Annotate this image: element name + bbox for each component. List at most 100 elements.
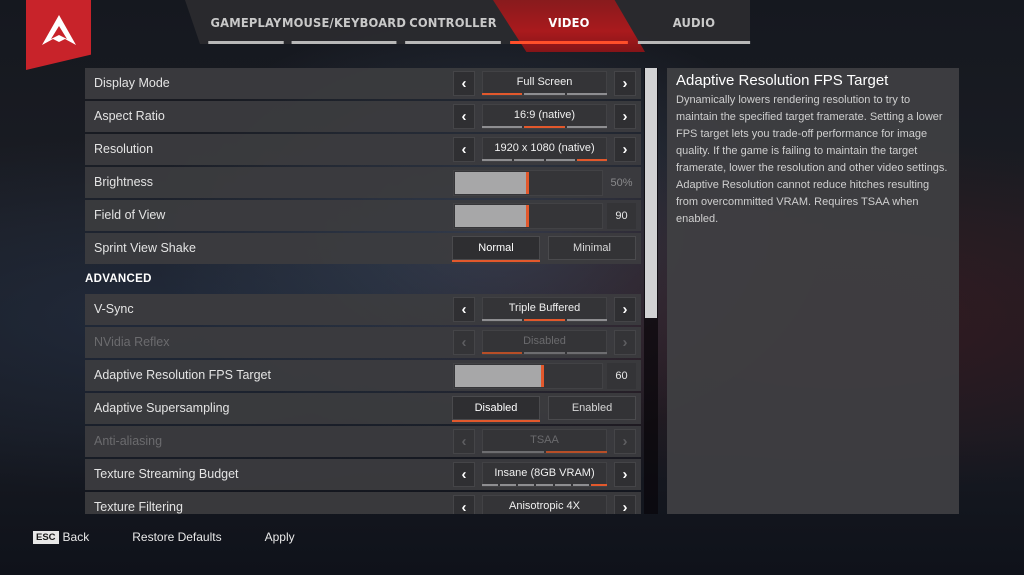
chevron-right-icon[interactable]: › bbox=[614, 137, 636, 162]
setting-label: Anti-aliasing bbox=[94, 434, 163, 448]
option-pip bbox=[500, 484, 517, 486]
esc-key-icon: ESC bbox=[33, 530, 59, 544]
chevron-left-icon[interactable]: ‹ bbox=[453, 71, 475, 96]
setting-row-sprint-view-shake: Sprint View Shake Normal Minimal bbox=[85, 233, 641, 264]
chevron-left-icon[interactable]: ‹ bbox=[453, 495, 475, 514]
setting-row-anti-aliasing: Anti-aliasing ‹ TSAA › bbox=[85, 426, 641, 457]
apply-button[interactable]: Apply bbox=[265, 530, 295, 544]
tab-gameplay[interactable]: GAMEPLAY bbox=[208, 0, 284, 44]
chevron-left-icon[interactable]: ‹ bbox=[453, 104, 475, 129]
setting-label: Sprint View Shake bbox=[94, 241, 196, 255]
setting-label: Adaptive Resolution FPS Target bbox=[94, 368, 271, 382]
toggle-option-disabled[interactable]: Disabled bbox=[452, 396, 540, 422]
option-pip bbox=[590, 484, 607, 486]
setting-label: Display Mode bbox=[94, 76, 170, 90]
tab-mouse-keyboard[interactable]: MOUSE/KEYBOARD bbox=[282, 0, 406, 44]
setting-row-texture-streaming-budget: Texture Streaming Budget ‹ Insane (8GB VRA… bbox=[85, 459, 641, 490]
tab-video[interactable]: VIDEO bbox=[510, 0, 628, 44]
chevron-right-icon[interactable]: › bbox=[614, 71, 636, 96]
setting-row-display-mode: Display Mode ‹ Full Screen › bbox=[85, 68, 641, 99]
slider-value[interactable]: 50% bbox=[607, 170, 636, 196]
option-pip bbox=[554, 484, 571, 486]
chevron-right-icon[interactable]: › bbox=[614, 297, 636, 322]
chevron-left-icon: ‹ bbox=[453, 429, 475, 454]
option-selector: ‹ 1920 x 1080 (native) › bbox=[453, 137, 636, 162]
setting-label: NVidia Reflex bbox=[94, 335, 170, 349]
tab-controller[interactable]: CONTROLLER bbox=[405, 0, 501, 44]
option-pip bbox=[566, 93, 607, 95]
back-button[interactable]: ESC Back bbox=[33, 530, 89, 544]
setting-row-adaptive-supersampling: Adaptive Supersampling Disabled Enabled bbox=[85, 393, 641, 424]
slider-fill bbox=[455, 205, 529, 227]
option-pip bbox=[572, 484, 589, 486]
slider-track[interactable] bbox=[453, 363, 603, 389]
option-selector: ‹ TSAA › bbox=[453, 429, 636, 454]
toggle-option-enabled[interactable]: Enabled bbox=[548, 396, 636, 420]
footer-bar: ESC Back Restore Defaults Apply bbox=[33, 528, 295, 546]
slider-track[interactable] bbox=[453, 203, 603, 229]
option-indicator bbox=[482, 93, 607, 95]
chevron-right-icon: › bbox=[614, 429, 636, 454]
setting-row-field-of-view: Field of View 90 bbox=[85, 200, 641, 231]
option-pip bbox=[482, 451, 544, 453]
setting-row-aspect-ratio: Aspect Ratio ‹ 16:9 (native) › bbox=[85, 101, 641, 132]
back-label: Back bbox=[62, 530, 90, 544]
option-pip bbox=[524, 93, 565, 95]
toggle-option-minimal[interactable]: Minimal bbox=[548, 236, 636, 260]
option-indicator bbox=[482, 319, 607, 321]
setting-label: Texture Filtering bbox=[94, 500, 183, 514]
chevron-left-icon: ‹ bbox=[453, 330, 475, 355]
setting-row-adaptive-resolution-fps-target: Adaptive Resolution FPS Target 60 bbox=[85, 360, 641, 391]
scrollbar-thumb[interactable] bbox=[645, 68, 657, 318]
option-pip bbox=[524, 352, 565, 354]
settings-list: Display Mode ‹ Full Screen › Aspect Ratio ‹ 16… bbox=[85, 68, 641, 514]
setting-label: V-Sync bbox=[94, 302, 134, 316]
apex-logo bbox=[26, 0, 91, 70]
option-selector: ‹ Insane (8GB VRAM) › bbox=[453, 462, 636, 487]
option-selector: ‹ Triple Buffered › bbox=[453, 297, 636, 322]
restore-defaults-button[interactable]: Restore Defaults bbox=[132, 530, 221, 544]
option-pip bbox=[513, 159, 544, 161]
chevron-right-icon[interactable]: › bbox=[614, 104, 636, 129]
option-selector: ‹ Full Screen › bbox=[453, 71, 636, 96]
setting-row-v-sync: V-Sync ‹ Triple Buffered › bbox=[85, 294, 641, 325]
option-pip bbox=[482, 93, 523, 95]
description-body: Dynamically lowers rendering resolution … bbox=[676, 94, 948, 225]
option-selector: ‹ Anisotropic 4X › bbox=[453, 495, 636, 514]
option-pip bbox=[482, 319, 523, 321]
option-indicator bbox=[482, 352, 607, 354]
slider-value[interactable]: 60 bbox=[607, 363, 636, 389]
option-indicator bbox=[482, 126, 607, 128]
slider-fill bbox=[455, 365, 544, 387]
slider-track[interactable] bbox=[453, 170, 603, 196]
option-pip bbox=[566, 126, 607, 128]
chevron-left-icon[interactable]: ‹ bbox=[453, 462, 475, 487]
setting-label: Brightness bbox=[94, 175, 154, 189]
description-panel: Adaptive Resolution FPS Target Dynamical… bbox=[667, 68, 959, 514]
option-indicator bbox=[482, 451, 607, 453]
chevron-right-icon[interactable]: › bbox=[614, 462, 636, 487]
option-pip bbox=[545, 159, 576, 161]
setting-label: Field of View bbox=[94, 208, 166, 222]
setting-label: Texture Streaming Budget bbox=[94, 467, 239, 481]
setting-row-texture-filtering: Texture Filtering ‹ Anisotropic 4X › bbox=[85, 492, 641, 514]
toggle-group: Disabled Enabled bbox=[452, 396, 636, 422]
option-indicator bbox=[482, 159, 607, 161]
option-pip bbox=[482, 484, 499, 486]
setting-row-brightness: Brightness 50% bbox=[85, 167, 641, 198]
option-pip bbox=[518, 484, 535, 486]
toggle-option-normal[interactable]: Normal bbox=[452, 236, 540, 262]
option-pip bbox=[482, 126, 523, 128]
chevron-left-icon[interactable]: ‹ bbox=[453, 137, 475, 162]
setting-label: Aspect Ratio bbox=[94, 109, 165, 123]
chevron-right-icon[interactable]: › bbox=[614, 495, 636, 514]
section-header-advanced: ADVANCED bbox=[85, 273, 152, 285]
option-pip bbox=[545, 451, 607, 453]
apex-logo-icon bbox=[41, 15, 76, 45]
toggle-group: Normal Minimal bbox=[452, 236, 636, 262]
settings-tabs: GAMEPLAY MOUSE/KEYBOARD CONTROLLER VIDEO… bbox=[205, 0, 755, 44]
chevron-left-icon[interactable]: ‹ bbox=[453, 297, 475, 322]
option-pip bbox=[566, 352, 607, 354]
slider-value[interactable]: 90 bbox=[607, 203, 636, 229]
tab-audio[interactable]: AUDIO bbox=[637, 0, 751, 44]
